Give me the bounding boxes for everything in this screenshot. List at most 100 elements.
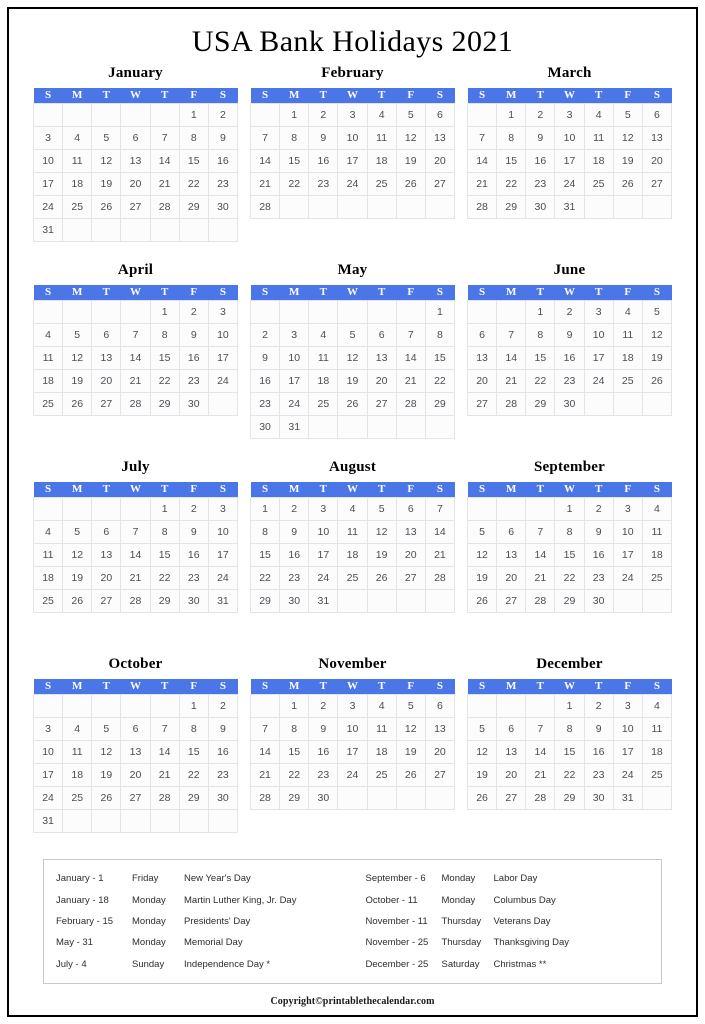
day-cell[interactable]: 4	[583, 103, 614, 127]
day-cell[interactable]: 15	[249, 543, 281, 567]
day-cell[interactable]: 27	[496, 589, 527, 613]
day-cell[interactable]: 17	[612, 740, 643, 764]
day-cell[interactable]: 20	[496, 763, 527, 787]
day-cell[interactable]: 27	[466, 392, 498, 416]
day-cell[interactable]: 22	[496, 172, 527, 196]
day-cell[interactable]: 11	[583, 126, 614, 150]
day-cell[interactable]: 3	[612, 694, 643, 718]
day-cell[interactable]: 30	[178, 589, 209, 613]
day-cell[interactable]: 19	[466, 763, 498, 787]
day-cell[interactable]: 26	[366, 566, 397, 590]
day-cell[interactable]: 4	[366, 694, 397, 718]
day-cell[interactable]: 13	[496, 740, 527, 764]
day-cell[interactable]: 3	[554, 103, 585, 127]
day-cell[interactable]: 18	[62, 172, 93, 196]
day-cell[interactable]: 30	[583, 589, 614, 613]
day-cell[interactable]: 14	[249, 740, 281, 764]
day-cell[interactable]: 14	[466, 149, 498, 173]
day-cell[interactable]: 20	[366, 369, 397, 393]
day-cell[interactable]: 12	[91, 740, 122, 764]
day-cell[interactable]: 15	[178, 740, 209, 764]
day-cell[interactable]: 14	[525, 740, 556, 764]
day-cell[interactable]: 30	[525, 195, 556, 219]
day-cell[interactable]: 27	[366, 392, 397, 416]
day-cell[interactable]: 19	[337, 369, 368, 393]
day-cell[interactable]: 1	[279, 103, 310, 127]
day-cell[interactable]: 16	[583, 543, 614, 567]
day-cell[interactable]: 2	[279, 497, 310, 521]
day-cell[interactable]: 9	[279, 520, 310, 544]
day-cell[interactable]: 5	[466, 520, 498, 544]
day-cell[interactable]: 6	[120, 717, 151, 741]
day-cell[interactable]: 25	[583, 172, 614, 196]
day-cell[interactable]: 24	[337, 172, 368, 196]
day-cell[interactable]: 13	[91, 543, 122, 567]
day-cell[interactable]: 8	[279, 717, 310, 741]
day-cell[interactable]: 12	[366, 520, 397, 544]
day-cell[interactable]: 16	[178, 346, 209, 370]
day-cell[interactable]: 6	[424, 103, 456, 127]
day-cell[interactable]: 8	[424, 323, 456, 347]
day-cell[interactable]: 24	[207, 369, 239, 393]
day-cell[interactable]: 11	[366, 126, 397, 150]
day-cell[interactable]: 7	[249, 126, 281, 150]
day-cell[interactable]: 30	[554, 392, 585, 416]
day-cell[interactable]: 25	[308, 392, 339, 416]
day-cell[interactable]: 30	[308, 786, 339, 810]
day-cell[interactable]: 3	[207, 497, 239, 521]
day-cell[interactable]: 28	[525, 589, 556, 613]
day-cell[interactable]: 20	[91, 566, 122, 590]
day-cell[interactable]: 21	[249, 763, 281, 787]
day-cell[interactable]: 25	[32, 589, 64, 613]
day-cell[interactable]: 13	[395, 520, 426, 544]
day-cell[interactable]: 15	[279, 149, 310, 173]
day-cell[interactable]: 21	[424, 543, 456, 567]
day-cell[interactable]: 4	[32, 323, 64, 347]
day-cell[interactable]: 9	[207, 717, 239, 741]
day-cell[interactable]: 10	[612, 717, 643, 741]
day-cell[interactable]: 2	[207, 694, 239, 718]
day-cell[interactable]: 25	[366, 763, 397, 787]
day-cell[interactable]: 28	[249, 786, 281, 810]
day-cell[interactable]: 20	[424, 740, 456, 764]
day-cell[interactable]: 14	[496, 346, 527, 370]
day-cell[interactable]: 2	[178, 497, 209, 521]
day-cell[interactable]: 19	[62, 566, 93, 590]
day-cell[interactable]: 28	[149, 786, 180, 810]
day-cell[interactable]: 25	[62, 786, 93, 810]
day-cell[interactable]: 15	[496, 149, 527, 173]
day-cell[interactable]: 24	[612, 763, 643, 787]
day-cell[interactable]: 26	[395, 172, 426, 196]
day-cell[interactable]: 25	[32, 392, 64, 416]
day-cell[interactable]: 24	[554, 172, 585, 196]
day-cell[interactable]: 24	[337, 763, 368, 787]
day-cell[interactable]: 2	[554, 300, 585, 324]
day-cell[interactable]: 30	[249, 415, 281, 439]
day-cell[interactable]: 12	[91, 149, 122, 173]
day-cell[interactable]: 19	[366, 543, 397, 567]
day-cell[interactable]: 27	[424, 172, 456, 196]
day-cell[interactable]: 21	[525, 566, 556, 590]
day-cell[interactable]: 31	[612, 786, 643, 810]
day-cell[interactable]: 1	[424, 300, 456, 324]
day-cell[interactable]: 16	[308, 149, 339, 173]
day-cell[interactable]: 12	[62, 346, 93, 370]
day-cell[interactable]: 19	[395, 149, 426, 173]
day-cell[interactable]: 23	[207, 172, 239, 196]
day-cell[interactable]: 21	[149, 763, 180, 787]
day-cell[interactable]: 31	[554, 195, 585, 219]
day-cell[interactable]: 30	[207, 195, 239, 219]
day-cell[interactable]: 22	[554, 763, 585, 787]
day-cell[interactable]: 28	[149, 195, 180, 219]
day-cell[interactable]: 18	[366, 740, 397, 764]
day-cell[interactable]: 27	[120, 786, 151, 810]
day-cell[interactable]: 9	[525, 126, 556, 150]
day-cell[interactable]: 17	[612, 543, 643, 567]
day-cell[interactable]: 25	[641, 566, 673, 590]
day-cell[interactable]: 6	[91, 323, 122, 347]
day-cell[interactable]: 20	[120, 172, 151, 196]
day-cell[interactable]: 19	[641, 346, 673, 370]
day-cell[interactable]: 15	[149, 543, 180, 567]
day-cell[interactable]: 13	[424, 126, 456, 150]
day-cell[interactable]: 31	[32, 809, 64, 833]
